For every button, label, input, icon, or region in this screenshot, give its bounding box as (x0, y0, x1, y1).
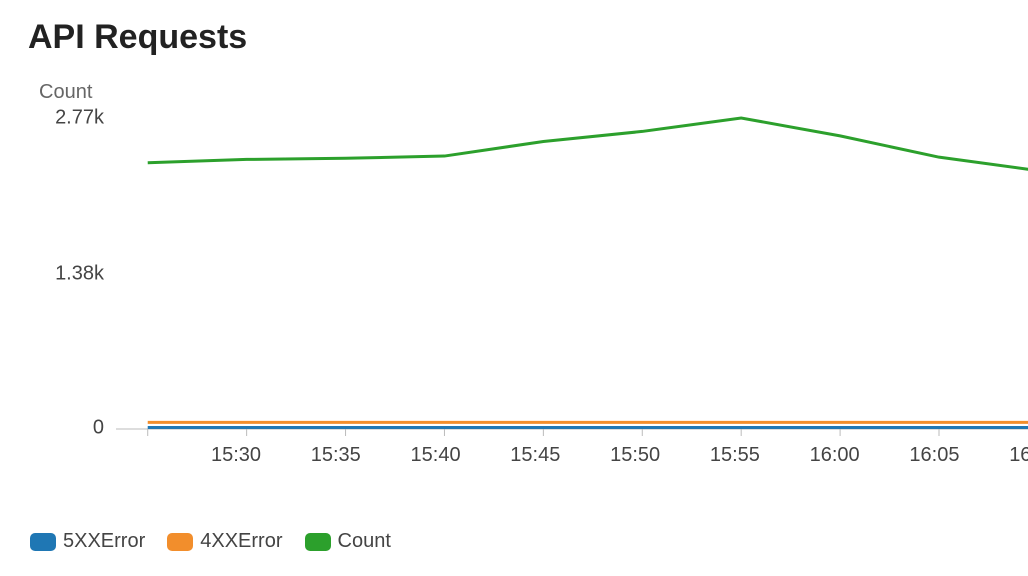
x-tick: 16:05 (909, 444, 959, 467)
y-tick: 0 (93, 417, 104, 440)
legend-swatch (30, 533, 56, 551)
y-tick: 1.38k (55, 262, 104, 285)
y-axis-ticks: 01.38k2.77k (28, 118, 116, 428)
chart-legend: 5XXError 4XXError Count (30, 530, 1028, 553)
chart-svg (116, 118, 1028, 428)
legend-item-Count[interactable]: Count (305, 530, 391, 553)
y-tick: 2.77k (55, 107, 104, 130)
x-tick: 16:00 (810, 444, 860, 467)
y-axis-label: Count (39, 81, 1028, 104)
legend-item-5XXError[interactable]: 5XXError (30, 530, 145, 553)
series-Count (148, 118, 1028, 171)
legend-label: 4XXError (200, 530, 282, 553)
legend-item-4XXError[interactable]: 4XXError (167, 530, 282, 553)
plot-area: 01.38k2.77k 15:3015:3515:4015:4515:5015:… (28, 118, 1028, 478)
legend-swatch (167, 533, 193, 551)
legend-label: Count (338, 530, 391, 553)
chart-title: API Requests (28, 18, 1028, 57)
legend-swatch (305, 533, 331, 551)
x-tick: 15:35 (311, 444, 361, 467)
x-tick: 16:10 (1009, 444, 1028, 467)
chart-widget: API Requests Count 01.38k2.77k 15:3015:3… (0, 0, 1028, 576)
x-axis-ticks: 15:30 15:35 15:40 15:45 15:50 15:55 16:00 16:05… (204, 428, 1028, 468)
legend-label: 5XXError (63, 530, 145, 553)
x-tick: 15:55 (710, 444, 760, 467)
x-tick: 15:30 (211, 444, 261, 467)
x-tick: 15:45 (510, 444, 560, 467)
x-tick: 15:40 (411, 444, 461, 467)
x-tick: 15:50 (610, 444, 660, 467)
